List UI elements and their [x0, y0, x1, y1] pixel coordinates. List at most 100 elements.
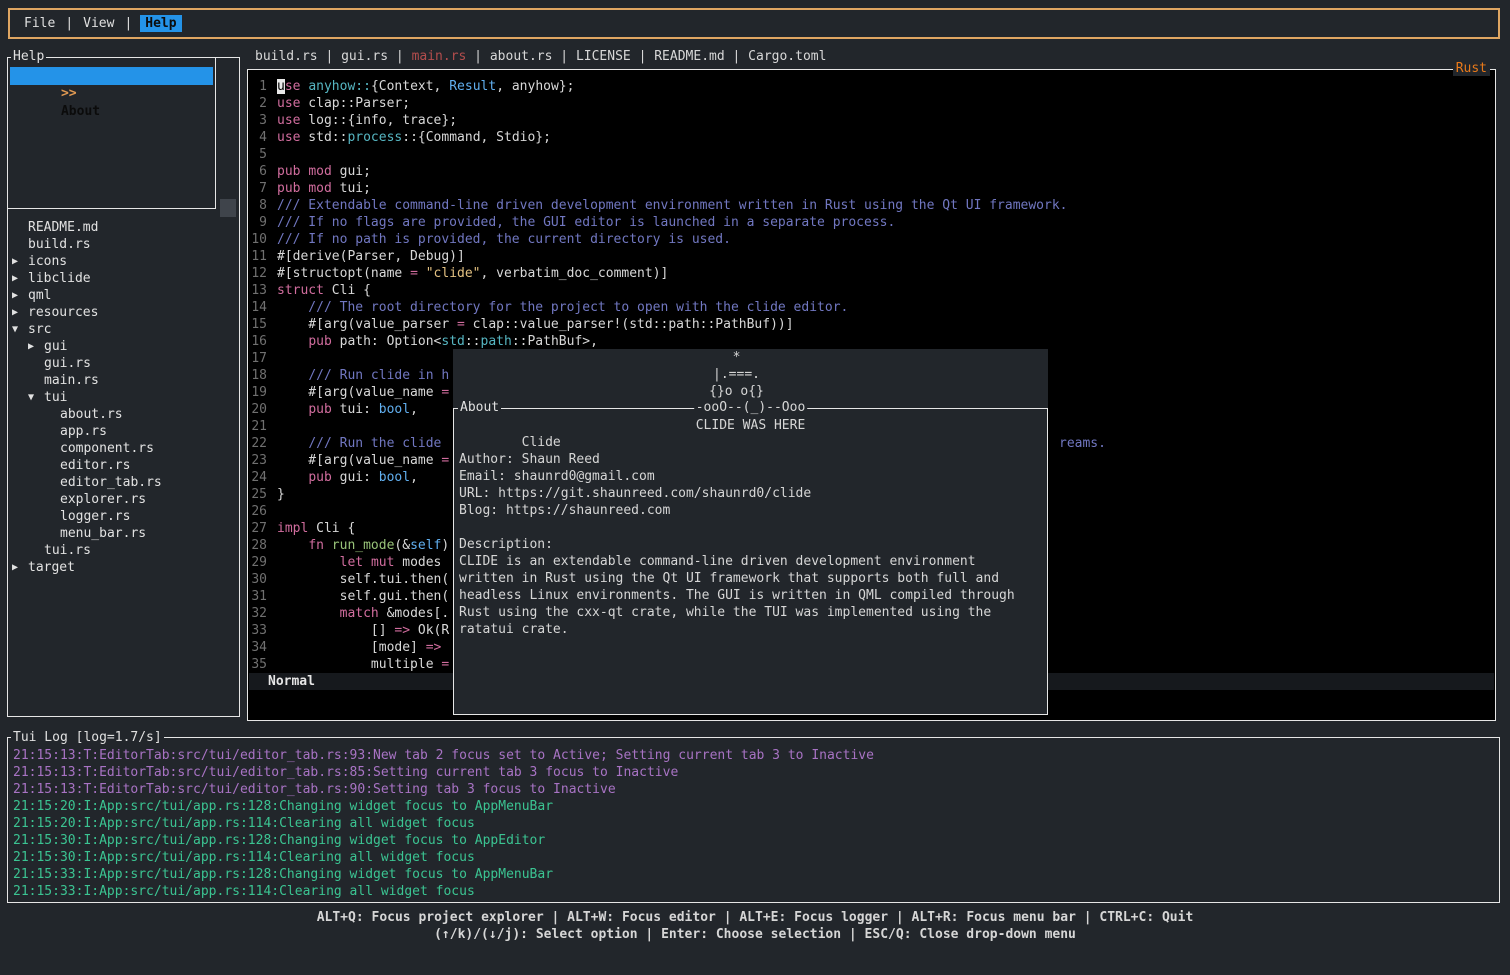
code-token: self.gui.then(: [277, 589, 449, 604]
tui-log-panel[interactable]: 21:15:13:T:EditorTab:src/tui/editor_tab.…: [7, 737, 1500, 903]
tree-item-logger-rs[interactable]: logger.rs: [8, 508, 238, 525]
code-token: self.tui.then(: [277, 572, 449, 587]
tree-item-tui[interactable]: ▼tui: [8, 389, 238, 406]
tree-item-label: explorer.rs: [60, 492, 146, 507]
line-number: 7: [249, 180, 267, 197]
chevron-expanded-icon: ▼: [12, 321, 18, 338]
menu-item-about[interactable]: >> About: [10, 67, 213, 85]
code-token: process: [347, 130, 402, 145]
menu-help[interactable]: Help: [140, 15, 181, 32]
line-number: 20: [249, 401, 267, 418]
code-token: {Context,: [371, 79, 449, 94]
code-token: let: [340, 555, 363, 570]
code-line: 14 /// The root directory for the projec…: [249, 299, 1494, 316]
tab-separator: |: [552, 48, 575, 65]
line-number: 33: [249, 622, 267, 639]
code-token: /// If no path is provided, the current …: [277, 232, 731, 247]
tree-item-editor_tab-rs[interactable]: editor_tab.rs: [8, 474, 238, 491]
shortcut-help-footer: ALT+Q: Focus project explorer | ALT+W: F…: [0, 909, 1510, 943]
explorer-scrollbar-thumb[interactable]: [220, 199, 236, 217]
code-line: 16 pub path: Option<std::path::PathBuf>,: [249, 333, 1494, 350]
tree-item-gui[interactable]: ▶gui: [8, 338, 238, 355]
tree-item-resources[interactable]: ▶resources: [8, 304, 238, 321]
line-number: 9: [249, 214, 267, 231]
log-entry: 21:15:30:I:App:src/tui/app.rs:128:Changi…: [13, 832, 1499, 849]
tree-item-main-rs[interactable]: main.rs: [8, 372, 238, 389]
tree-item-libclide[interactable]: ▶libclide: [8, 270, 238, 287]
code-line: 1use anyhow::{Context, Result, anyhow};: [249, 78, 1494, 95]
about-text-line: ratatui crate.: [459, 621, 1042, 638]
code-token: std::: [300, 130, 347, 145]
menu-file[interactable]: File: [22, 15, 57, 32]
about-text-line: Author: Shaun Reed: [459, 451, 1042, 468]
menu-separator: |: [116, 16, 140, 31]
code-token: ,: [410, 402, 418, 417]
tree-item-gui-rs[interactable]: gui.rs: [8, 355, 238, 372]
tree-item-icons[interactable]: ▶icons: [8, 253, 238, 270]
chevron-collapsed-icon: ▶: [28, 338, 34, 355]
tree-item-app-rs[interactable]: app.rs: [8, 423, 238, 440]
tree-item-build-rs[interactable]: build.rs: [8, 236, 238, 253]
tree-item-component-rs[interactable]: component.rs: [8, 440, 238, 457]
tab-build-rs[interactable]: build.rs: [255, 48, 318, 65]
line-number: 29: [249, 554, 267, 571]
tree-item-tui-rs[interactable]: tui.rs: [8, 542, 238, 559]
about-popup-content: Clide CLIDE WAS HERE Author: Shaun ReedE…: [459, 417, 1042, 638]
line-number: 35: [249, 656, 267, 673]
log-entry: 21:15:13:T:EditorTab:src/tui/editor_tab.…: [13, 764, 1499, 781]
ascii-art-border: -ooO--(_)--Ooo: [694, 400, 808, 415]
about-popup-title: About: [458, 400, 501, 415]
code-token: =: [457, 317, 465, 332]
code-token: [277, 606, 340, 621]
tab-LICENSE[interactable]: LICENSE: [576, 48, 631, 65]
tree-item-about-rs[interactable]: about.rs: [8, 406, 238, 423]
code-token: anyhow::: [308, 79, 371, 94]
selection-chevron-icon: >>: [61, 86, 77, 101]
tree-item-target[interactable]: ▶target: [8, 559, 238, 576]
code-token: &modes[.: [379, 606, 449, 621]
line-number: 1: [249, 78, 267, 95]
line-number: 26: [249, 503, 267, 520]
chevron-collapsed-icon: ▶: [12, 287, 18, 304]
code-token: modes: [394, 555, 441, 570]
tree-item-label: tui.rs: [44, 543, 91, 558]
tui-log-title: Tui Log [log=1.7/s]: [11, 730, 164, 745]
code-token: Cli {: [324, 283, 371, 298]
code-token: path: [481, 334, 512, 349]
tab-Cargo-toml[interactable]: Cargo.toml: [748, 48, 826, 65]
code-token: bool: [379, 402, 410, 417]
tree-item-src[interactable]: ▼src: [8, 321, 238, 338]
ascii-art-line: {}o o{}: [439, 383, 1034, 400]
code-token: Result: [449, 79, 496, 94]
tree-item-README-md[interactable]: README.md: [8, 219, 238, 236]
code-token: ,: [410, 470, 418, 485]
tab-about-rs[interactable]: about.rs: [490, 48, 553, 65]
tree-item-menu_bar-rs[interactable]: menu_bar.rs: [8, 525, 238, 542]
tree-item-qml[interactable]: ▶qml: [8, 287, 238, 304]
tree-item-editor-rs[interactable]: editor.rs: [8, 457, 238, 474]
clide-tui-app: File|View|Help README.mdbuild.rs▶icons▶l…: [0, 0, 1510, 975]
log-entry: 21:15:30:I:App:src/tui/app.rs:114:Cleari…: [13, 849, 1499, 866]
tree-item-label: logger.rs: [60, 509, 130, 524]
code-token: (&: [394, 538, 410, 553]
code-token: use: [277, 113, 300, 128]
code-token: [277, 436, 308, 451]
help-dropdown-menu: >> About: [7, 57, 216, 209]
editor-tab-bar: build.rs | gui.rs | main.rs | about.rs |…: [255, 48, 826, 65]
code-token: [277, 538, 308, 553]
menu-view[interactable]: View: [81, 15, 116, 32]
line-number: 13: [249, 282, 267, 299]
log-entry: 21:15:20:I:App:src/tui/app.rs:114:Cleari…: [13, 815, 1499, 832]
tree-item-label: component.rs: [60, 441, 154, 456]
chevron-collapsed-icon: ▶: [12, 559, 18, 576]
tree-item-explorer-rs[interactable]: explorer.rs: [8, 491, 238, 508]
tab-README-md[interactable]: README.md: [654, 48, 724, 65]
tab-gui-rs[interactable]: gui.rs: [341, 48, 388, 65]
code-token: use: [277, 96, 300, 111]
tab-main-rs[interactable]: main.rs: [412, 48, 467, 65]
line-number: 15: [249, 316, 267, 333]
code-token: [277, 470, 308, 485]
about-text-line: Description:: [459, 536, 1042, 553]
code-token: tui:: [332, 402, 379, 417]
code-token: Ok(R: [410, 623, 449, 638]
